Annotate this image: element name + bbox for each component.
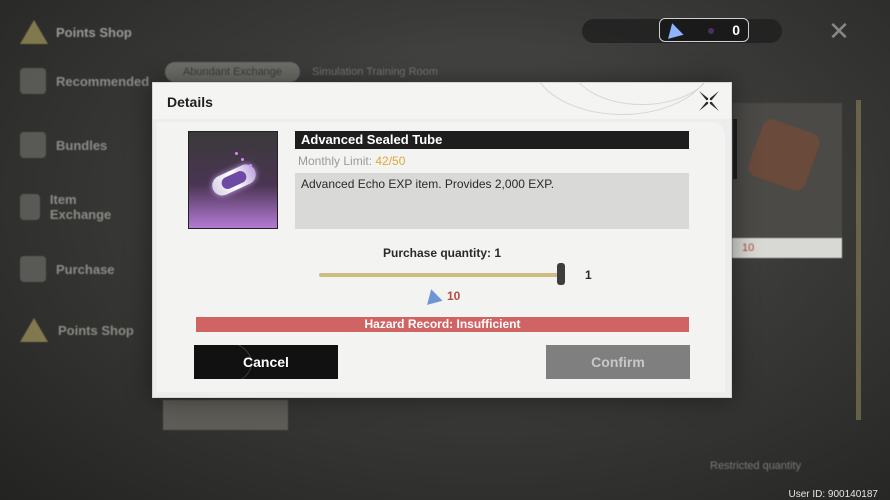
currency-dot-icon: [708, 28, 714, 34]
tab-abundant-exchange[interactable]: Abundant Exchange: [165, 62, 300, 82]
close-icon[interactable]: [697, 89, 721, 113]
item-description: Advanced Echo EXP item. Provides 2,000 E…: [301, 177, 555, 191]
currency-counter[interactable]: 0: [659, 18, 749, 42]
sidebar-item-bundles[interactable]: Bundles: [20, 132, 107, 158]
purchase-quantity-label: Purchase quantity: 1: [382, 246, 502, 260]
cost-value: 10: [447, 289, 461, 303]
item-thumbnail: [188, 131, 278, 229]
quantity-slider-track[interactable]: [319, 273, 561, 277]
modal-title: Details: [167, 94, 213, 110]
sidebar-item-purchase[interactable]: Purchase: [20, 256, 115, 282]
purchase-cost: 10: [423, 287, 461, 305]
item-name: Advanced Sealed Tube: [301, 132, 443, 147]
sidebar-item-recommended[interactable]: Recommended: [20, 68, 149, 94]
quantity-max: 1: [585, 268, 592, 282]
sidebar-item-points-shop[interactable]: Points Shop: [20, 318, 134, 342]
confirm-button[interactable]: Confirm: [546, 345, 690, 379]
quantity-slider-handle[interactable]: [557, 263, 565, 285]
bundles-icon: [20, 132, 46, 158]
description-box: Advanced Echo EXP item. Provides 2,000 E…: [295, 173, 689, 229]
user-id: User ID: 900140187: [788, 489, 878, 500]
header-decoration: [511, 83, 711, 119]
exchange-icon: [20, 194, 40, 220]
scrollbar[interactable]: [856, 100, 861, 420]
tab-simulation-training[interactable]: Simulation Training Room: [312, 66, 438, 78]
cancel-button[interactable]: Cancel: [194, 345, 338, 379]
modal-header: Details: [153, 83, 731, 119]
recommended-icon: [20, 68, 46, 94]
monthly-limit-value: 42/50: [375, 154, 406, 168]
hazard-record-gem-icon: [664, 21, 684, 39]
shop-item-card-bottom[interactable]: [163, 400, 288, 430]
sidebar: Recommended Bundles Item Exchange Purcha…: [0, 0, 150, 500]
shop-item-card[interactable]: 10: [732, 103, 842, 258]
purchase-icon: [20, 256, 46, 282]
monthly-limit: Monthly Limit: 42/50: [298, 154, 406, 168]
points-shop-icon: [20, 318, 48, 342]
sidebar-item-exchange[interactable]: Item Exchange: [20, 192, 120, 222]
item-name-bar: Advanced Sealed Tube: [295, 131, 689, 149]
modal-edge-accent: [733, 119, 737, 179]
insufficient-warning: Hazard Record: Insufficient: [196, 317, 689, 332]
hazard-record-gem-icon: [423, 287, 443, 305]
sealed-tube-icon: [208, 161, 260, 199]
restricted-label: Restricted quantity: [710, 460, 802, 472]
close-shop-icon[interactable]: ✕: [826, 18, 852, 44]
item-cube-icon: [745, 116, 823, 194]
details-modal: Details Advanced Sealed Tube Monthly Lim…: [152, 82, 737, 398]
